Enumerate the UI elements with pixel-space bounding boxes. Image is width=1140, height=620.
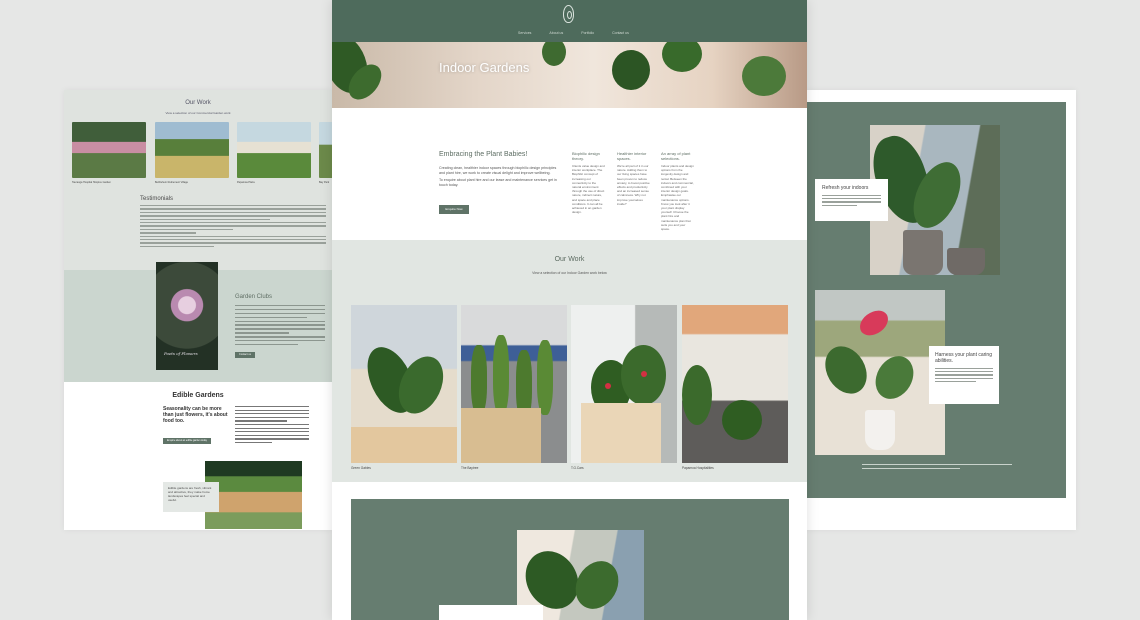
feature-1-body: Clients value design and interior workpl… xyxy=(572,164,605,215)
plant-leaf-decoration xyxy=(471,345,487,415)
feature-column-1: Biophilic design theory. Clients value d… xyxy=(572,151,606,214)
our-work-title: Our Work xyxy=(554,256,585,263)
plant-leaf-decoration xyxy=(493,335,509,415)
our-work-subtitle: View a selection of our Indoor Garden wo… xyxy=(532,271,607,275)
work-thumb-3-caption: Papamoa Plaza xyxy=(237,181,255,184)
feature-2-body: We're all part of it in our nature. Addi… xyxy=(617,164,650,206)
plant-caring-title: Harness your plant caring abilities. xyxy=(935,352,992,364)
nav-portfolio[interactable]: Portfolio xyxy=(581,31,594,35)
bottom-info-card xyxy=(439,605,543,620)
work-caption-papamoa: Papamoa Hospitalities xyxy=(682,466,714,470)
work-thumb-1-caption: Tauranga Hospital Hospice Garden xyxy=(72,181,111,184)
intro-title: Embracing the Plant Babies! xyxy=(439,151,528,158)
enquire-now-button[interactable]: Enquire Now xyxy=(439,205,469,214)
left-work-title: Our Work xyxy=(185,100,211,106)
work-thumb-4[interactable] xyxy=(319,122,332,178)
testimonials-text xyxy=(140,205,326,249)
nav-services[interactable]: Services xyxy=(518,31,531,35)
work-caption-baytree: The Baytree xyxy=(461,466,479,470)
plant-leaf-decoration xyxy=(537,340,553,415)
nav-about[interactable]: About us xyxy=(549,31,563,35)
right-footer-text xyxy=(862,464,1012,471)
planter-box xyxy=(351,427,457,463)
work-caption-green-gables: Green Gables xyxy=(351,466,371,470)
photo-script: Poets of Flowers xyxy=(164,351,198,356)
work-thumb-green-gables[interactable] xyxy=(351,305,457,463)
work-thumb-4-caption: Bay Park xyxy=(319,181,330,184)
left-page-preview: Our Work View a selection of our Commerc… xyxy=(64,90,332,530)
top-navigation: Services About us Portfolio Contact us xyxy=(332,0,807,42)
edible-gardens-title: Edible Gardens xyxy=(172,392,224,399)
feature-column-3: An array of plant selections. Indoor pla… xyxy=(661,151,695,231)
garden-clubs-photo: Poets of Flowers xyxy=(156,262,218,370)
nav-contact[interactable]: Contact us xyxy=(612,31,629,35)
plant-pot-decoration xyxy=(865,410,895,450)
intro-text: Creating clean, healthier indoor spaces … xyxy=(439,166,557,188)
edible-info-card: Edible gardens are fresh, vibrant and at… xyxy=(163,482,219,512)
feature-3-title: An array of plant selections. xyxy=(661,151,691,161)
testimonials-title: Testimonials xyxy=(140,196,174,202)
edible-card-text: Edible gardens are fresh, vibrant and at… xyxy=(168,486,212,502)
indoor-gardens-page: Services About us Portfolio Contact us I… xyxy=(332,0,807,620)
garden-clubs-text xyxy=(235,305,325,348)
hero-banner xyxy=(332,42,807,108)
plant-leaf-decoration xyxy=(682,365,712,425)
plant-leaf-decoration xyxy=(722,400,762,440)
work-thumb-baytree[interactable] xyxy=(461,305,567,463)
plant-caring-card: Harness your plant caring abilities. xyxy=(929,346,999,404)
refresh-indoors-title: Refresh your indoors xyxy=(822,185,869,191)
hero-leaf-decoration xyxy=(742,56,786,96)
feature-2-title: Healthier interior spaces. xyxy=(617,151,647,161)
edible-lead-text: Seasonality can be more than just flower… xyxy=(163,406,228,424)
nav-menu: Services About us Portfolio Contact us xyxy=(518,31,629,35)
feature-1-title: Biophilic design theory. xyxy=(572,151,600,161)
plant-pot-decoration xyxy=(903,230,943,275)
plant-leaf-decoration xyxy=(567,553,627,617)
feature-column-2: Healthier interior spaces. We're all par… xyxy=(617,151,651,206)
work-thumb-tg-cars[interactable] xyxy=(571,305,677,463)
refresh-indoors-card: Refresh your indoors xyxy=(815,179,888,221)
work-caption-tg-cars: T.G.Cars xyxy=(571,466,584,470)
intro-paragraph-1: Creating clean, healthier indoor spaces … xyxy=(439,166,557,175)
work-thumb-2-caption: Bethlehem Retirement Village xyxy=(155,181,189,184)
planter-box xyxy=(461,408,541,463)
flower-decoration xyxy=(605,383,611,389)
refresh-indoors-text xyxy=(822,195,881,206)
right-page-preview: Refresh your indoors Harness your plant … xyxy=(807,90,1076,530)
plant-caring-text xyxy=(935,368,993,382)
site-logo-icon[interactable] xyxy=(563,5,574,23)
planter-box xyxy=(581,403,661,463)
plant-pot-decoration xyxy=(947,248,985,275)
intro-paragraph-2: To enquire about plant hire and our leas… xyxy=(439,178,557,187)
raised-bed-photo xyxy=(205,461,302,529)
hero-leaf-decoration xyxy=(612,50,650,90)
work-thumb-2[interactable] xyxy=(155,122,229,178)
garden-clubs-button[interactable]: Contact us xyxy=(235,352,255,358)
work-thumb-3[interactable] xyxy=(237,122,311,178)
edible-enquire-button[interactable]: Enquire about an edible garden today xyxy=(163,438,211,444)
flower-decoration xyxy=(641,371,647,377)
hero-leaf-decoration xyxy=(542,42,566,66)
work-thumb-1[interactable] xyxy=(72,122,146,178)
left-work-subtitle: View a selection of our Commercial Garde… xyxy=(165,111,231,115)
garden-clubs-title: Garden Clubs xyxy=(235,294,273,300)
edible-body-text xyxy=(235,406,309,446)
feature-3-body: Indoor plants and design options from th… xyxy=(661,164,694,232)
work-thumb-papamoa[interactable] xyxy=(682,305,788,463)
hero-title: Indoor Gardens xyxy=(439,60,530,75)
hero-leaf-decoration xyxy=(662,42,702,72)
